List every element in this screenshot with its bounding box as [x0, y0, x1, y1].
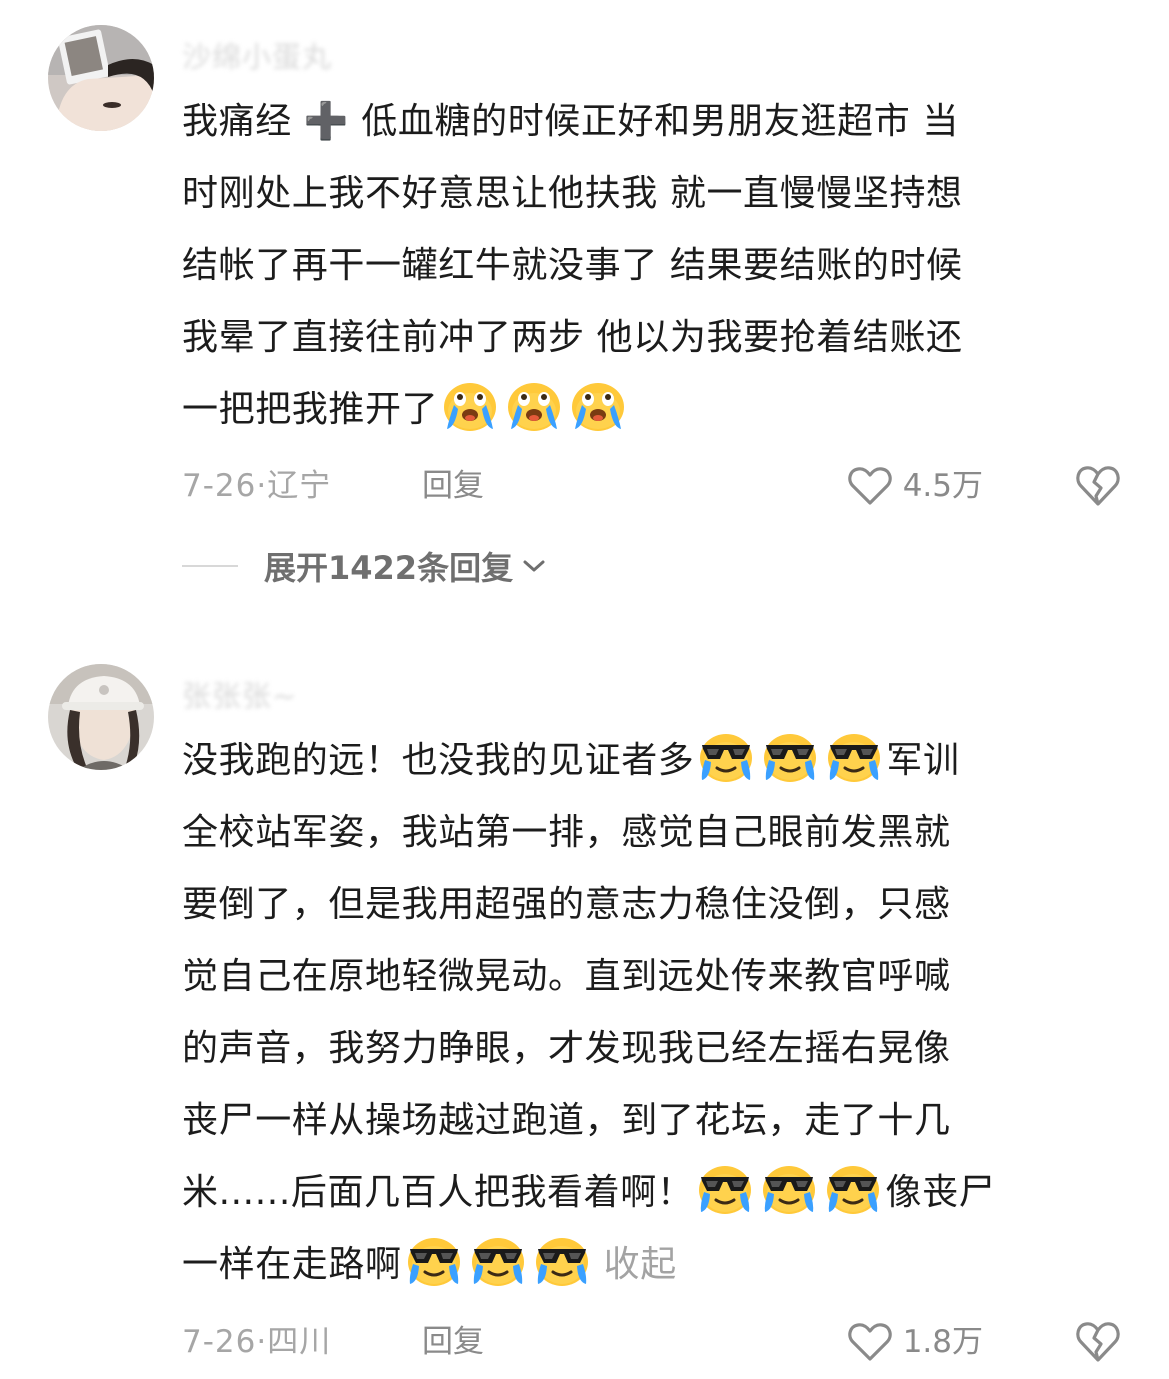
reply-button[interactable]: 回复 [422, 1320, 484, 1364]
comment-line-text: 一样在走路啊 [182, 1244, 402, 1285]
heart-icon [847, 465, 893, 507]
heart-icon [847, 1321, 893, 1363]
broken-heart-icon [1075, 464, 1121, 508]
sunglasses-crying-emoji [696, 1162, 754, 1216]
comment-line: 要倒了，但是我用超强的意志力稳住没倒，只感 [182, 884, 951, 925]
dislike-button[interactable] [1075, 464, 1121, 508]
crying-emoji [441, 379, 499, 433]
username[interactable]: 沙绵小蛋丸 [182, 34, 332, 76]
sunglasses-crying-emoji [697, 730, 755, 784]
crying-emoji [569, 379, 627, 433]
sunglasses-crying-emoji [533, 1234, 591, 1288]
comment-line-text: 米......后面几百人把我看着啊！ [182, 1172, 694, 1213]
comment-line: 全校站军姿，我站第一排，感觉自己眼前发黑就 [182, 812, 951, 853]
comment-meta: 7-26·四川 回复 1.8万 [182, 1320, 1121, 1364]
username[interactable]: 张张张~ [182, 673, 297, 715]
expand-replies-label: 展开1422条回复 [264, 549, 514, 587]
sunglasses-crying-emoji [825, 730, 883, 784]
comment-line-text: 像丧尸 [885, 1172, 996, 1213]
crying-emoji [505, 379, 563, 433]
like-count: 4.5万 [902, 468, 983, 504]
comment-line: 觉自己在原地轻微晃动。直到远处传来教官呼喊 [182, 956, 951, 997]
avatar[interactable] [48, 25, 154, 131]
comment-body: 没我跑的远！也没我的见证者多 军训 全校站军姿，我站第一排，感觉自己眼前发黑就 要… [182, 725, 1137, 1301]
reply-button[interactable]: 回复 [422, 464, 484, 508]
like-count: 1.8万 [902, 1324, 983, 1360]
avatar[interactable] [48, 664, 154, 770]
comment-line-last: 一把把我推开了 [182, 374, 1137, 446]
sunglasses-crying-emoji [761, 730, 819, 784]
comment-line-text: 没我跑的远！也没我的见证者多 [182, 740, 695, 781]
comment-line-text: 一把把我推开了 [182, 389, 439, 430]
divider-line [182, 565, 238, 567]
expand-replies-button[interactable]: 展开1422条回复 [182, 544, 547, 588]
comment-date-location: 7-26·四川 [182, 1324, 332, 1360]
sunglasses-crying-emoji [469, 1234, 527, 1288]
comment-line: 丧尸一样从操场越过跑道，到了花坛，走了十几 [182, 1100, 951, 1141]
comment-line: 结帐了再干一罐红牛就没事了 结果要结账的时候 [182, 245, 963, 286]
comment-line: 我晕了直接往前冲了两步 他以为我要抢着结账还 [182, 317, 963, 358]
sunglasses-crying-emoji [824, 1162, 882, 1216]
comment-line: 一样在走路啊 收起 [182, 1229, 1137, 1301]
comment-date-location: 7-26·辽宁 [182, 468, 332, 504]
collapse-button[interactable]: 收起 [604, 1244, 677, 1285]
like-button[interactable]: 1.8万 [847, 1320, 983, 1364]
comment-line: 时刚处上我不好意思让他扶我 就一直慢慢坚持想 [182, 173, 963, 214]
sunglasses-crying-emoji [405, 1234, 463, 1288]
comment-line: 米......后面几百人把我看着啊！ 像丧尸 [182, 1157, 1137, 1229]
chevron-down-icon [521, 557, 547, 575]
broken-heart-icon [1075, 1320, 1121, 1364]
comment-meta: 7-26·辽宁 回复 4.5万 [182, 464, 1121, 508]
like-button[interactable]: 4.5万 [847, 464, 983, 508]
comment-line-text: 军训 [886, 740, 960, 781]
comment-line: 我痛经 ➕ 低血糖的时候正好和男朋友逛超市 当 [182, 101, 959, 142]
sunglasses-crying-emoji [760, 1162, 818, 1216]
comment-line: 的声音，我努力睁眼，才发现我已经左摇右晃像 [182, 1028, 951, 1069]
comment-body: 我痛经 ➕ 低血糖的时候正好和男朋友逛超市 当 时刚处上我不好意思让他扶我 就一… [182, 86, 1137, 446]
comment-line: 没我跑的远！也没我的见证者多 军训 [182, 725, 1137, 797]
dislike-button[interactable] [1075, 1320, 1121, 1364]
